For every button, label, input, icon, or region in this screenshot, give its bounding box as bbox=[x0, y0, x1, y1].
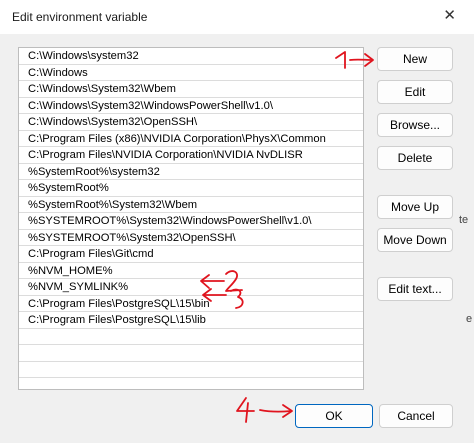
edit-button[interactable]: Edit bbox=[377, 80, 453, 104]
browse-button[interactable]: Browse... bbox=[377, 113, 453, 137]
cancel-button[interactable]: Cancel bbox=[379, 404, 453, 428]
path-row[interactable]: %SystemRoot%\system32 bbox=[19, 164, 363, 180]
path-row[interactable]: C:\Windows\System32\WindowsPowerShell\v1… bbox=[19, 98, 363, 114]
path-row[interactable]: C:\Program Files\Git\cmd bbox=[19, 246, 363, 263]
path-row[interactable]: C:\Windows\System32\Wbem bbox=[19, 81, 363, 98]
move-down-button[interactable]: Move Down bbox=[377, 228, 453, 252]
path-row[interactable]: C:\Program Files\PostgreSQL\15\lib bbox=[19, 312, 363, 329]
background-fragment: te bbox=[459, 214, 469, 226]
edit-text-button[interactable]: Edit text... bbox=[377, 277, 453, 301]
path-row[interactable]: C:\Windows\system32 bbox=[19, 48, 363, 65]
path-row[interactable]: C:\Windows\System32\OpenSSH\ bbox=[19, 114, 363, 131]
dialog-title: Edit environment variable bbox=[12, 10, 148, 24]
edit-environment-variable-dialog: Edit environment variable ✕ te e C:\Wind… bbox=[0, 0, 474, 443]
ok-button[interactable]: OK bbox=[295, 404, 373, 428]
path-row[interactable]: C:\Program Files (x86)\NVIDIA Corporatio… bbox=[19, 131, 363, 147]
title-bar: Edit environment variable ✕ bbox=[0, 0, 474, 34]
background-fragment: e bbox=[466, 313, 473, 325]
path-row[interactable]: C:\Program Files\PostgreSQL\15\bin bbox=[19, 296, 363, 312]
path-row[interactable]: %NVM_HOME% bbox=[19, 263, 363, 279]
empty-row bbox=[19, 345, 363, 362]
path-row[interactable]: %SYSTEMROOT%\System32\OpenSSH\ bbox=[19, 230, 363, 246]
annotation-arrow-4 bbox=[236, 397, 293, 423]
move-up-button[interactable]: Move Up bbox=[377, 195, 453, 219]
path-row[interactable]: %SYSTEMROOT%\System32\WindowsPowerShell\… bbox=[19, 213, 363, 230]
empty-row bbox=[19, 329, 363, 345]
new-button[interactable]: New bbox=[377, 47, 453, 71]
path-row[interactable]: %NVM_SYMLINK% bbox=[19, 279, 363, 296]
path-row[interactable]: C:\Program Files\NVIDIA Corporation\NVID… bbox=[19, 147, 363, 164]
path-row[interactable]: %SystemRoot%\System32\Wbem bbox=[19, 197, 363, 213]
path-row[interactable]: C:\Windows bbox=[19, 65, 363, 81]
path-list[interactable]: C:\Windows\system32 C:\Windows C:\Windows\… bbox=[18, 47, 364, 390]
path-row[interactable]: %SystemRoot% bbox=[19, 180, 363, 197]
close-icon[interactable]: ✕ bbox=[443, 7, 456, 25]
empty-row bbox=[19, 362, 363, 378]
delete-button[interactable]: Delete bbox=[377, 146, 453, 170]
